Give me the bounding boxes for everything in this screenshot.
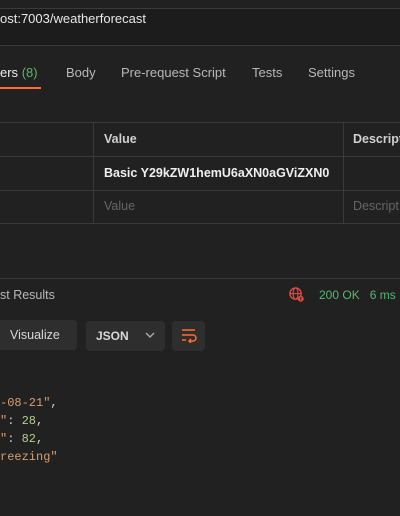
code-line: ": 82, [0,432,44,446]
new-description-input[interactable]: Descript [353,199,399,213]
format-value: JSON [96,329,129,343]
chevron-down-icon [145,330,155,342]
tab-pre-request-script[interactable]: Pre-request Script [121,65,226,80]
new-value-input[interactable]: Value [104,199,135,213]
column-header-value: Value [104,132,137,146]
status-code: 200 OK [319,288,360,302]
column-header-description: Descript [353,132,400,146]
response-status: 200 OK 6 ms [319,288,396,302]
code-line: ": 28, [0,414,44,428]
wrap-lines-button[interactable] [172,321,205,351]
visualize-button[interactable]: Visualize [0,320,77,350]
tab-headers-count: (8) [21,65,38,80]
column-divider [93,122,94,224]
tab-tests[interactable]: Tests [252,65,282,80]
url-text[interactable]: ost:7003/weatherforecast [0,11,146,26]
tab-headers-label: ers [0,65,19,80]
wrap-lines-icon [180,327,198,346]
tab-headers[interactable]: ers (8) [0,65,38,80]
format-select[interactable]: JSON [86,321,165,351]
column-divider [343,122,344,224]
globe-error-icon[interactable] [289,287,304,302]
tab-settings[interactable]: Settings [308,65,355,80]
code-line: reezing" [0,450,58,464]
table-divider [0,156,400,157]
code-line: -08-21", [0,396,58,410]
tab-test-results[interactable]: st Results [0,288,55,302]
response-time: 6 ms [369,288,396,302]
table-divider [0,190,400,191]
response-divider [0,278,400,279]
tab-body[interactable]: Body [66,65,96,80]
active-tab-underline [0,87,41,89]
header-value-cell[interactable]: Basic Y29kZW1hemU6aXN0aGViZXN0 [104,166,329,180]
